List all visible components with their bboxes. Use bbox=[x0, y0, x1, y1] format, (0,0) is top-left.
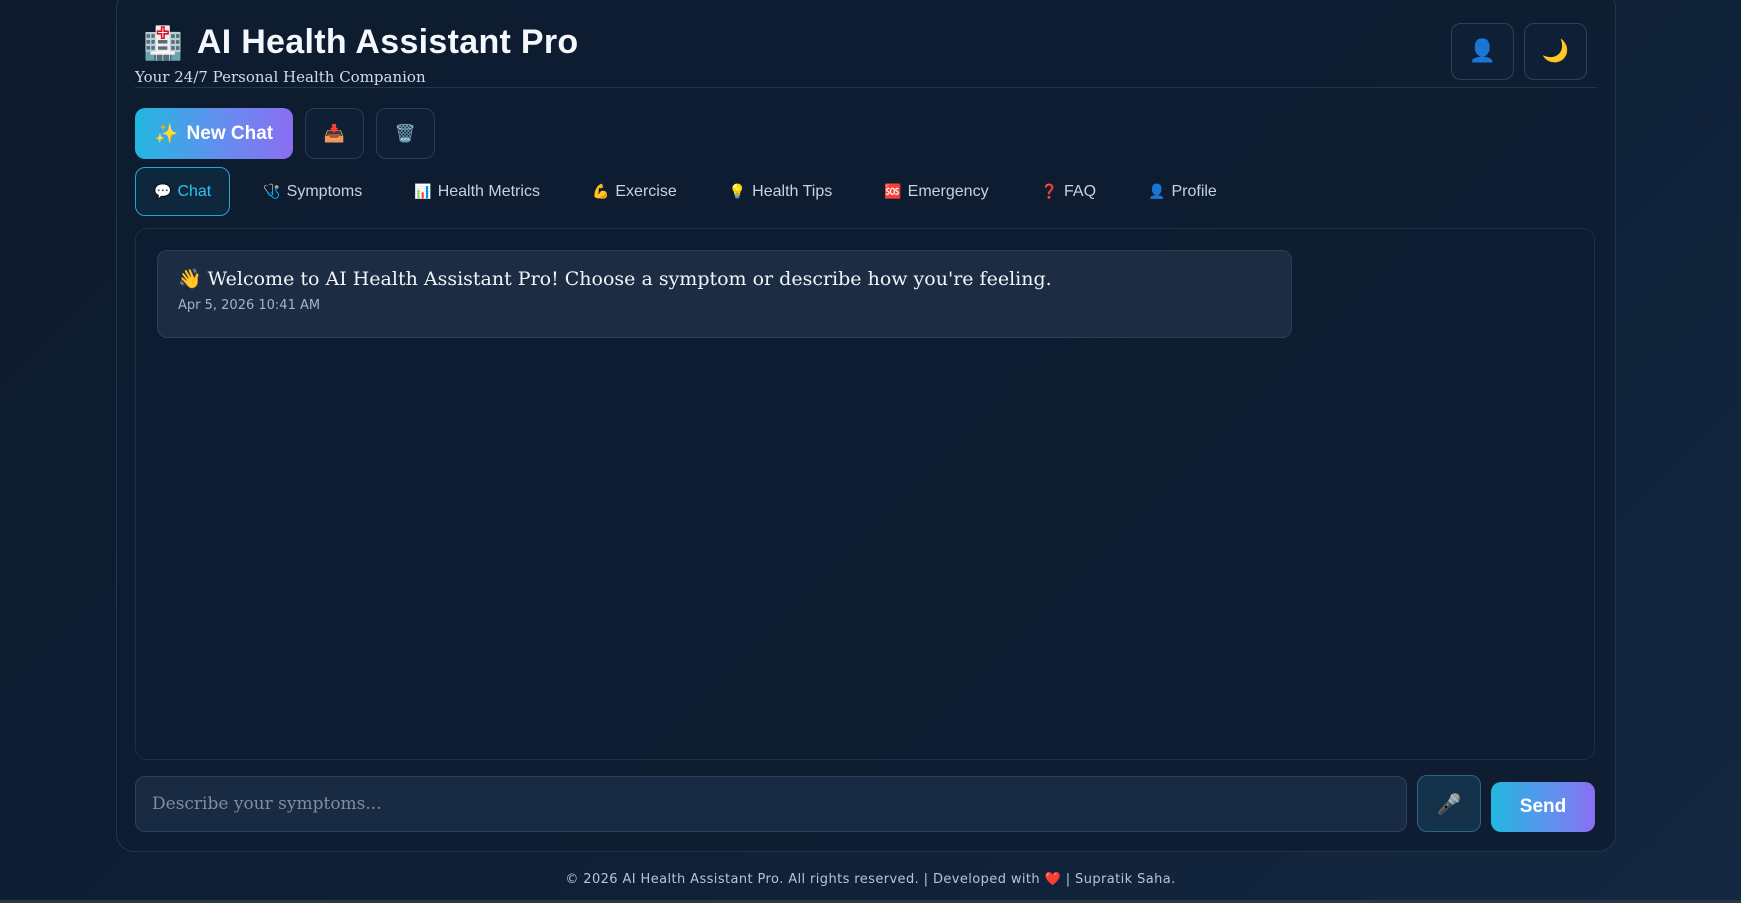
profile-button[interactable]: 👤 bbox=[1451, 23, 1514, 80]
voice-input-button[interactable]: 🎤 bbox=[1417, 775, 1481, 832]
tab-faq[interactable]: ❓ FAQ bbox=[1022, 167, 1115, 216]
tab-health-metrics[interactable]: 📊 Health Metrics bbox=[395, 167, 559, 216]
user-icon: 👤 bbox=[1468, 39, 1497, 64]
sparkles-icon: ✨ bbox=[154, 123, 179, 145]
light-bulb-icon: 💡 bbox=[728, 183, 747, 199]
sos-icon: 🆘 bbox=[884, 183, 902, 199]
user-icon: 👤 bbox=[1148, 183, 1166, 199]
tab-label: Emergency bbox=[907, 182, 989, 200]
tab-label: Profile bbox=[1171, 182, 1217, 200]
heart-icon: ❤️ bbox=[1044, 872, 1062, 887]
tab-exercise[interactable]: 💪 Exercise bbox=[573, 167, 696, 216]
footer-text: © 2026 AI Health Assistant Pro. All righ… bbox=[565, 872, 1041, 887]
tab-label: Health Tips bbox=[752, 182, 833, 200]
trash-icon: 🗑️ bbox=[394, 123, 417, 144]
tab-chat[interactable]: 💬 Chat bbox=[135, 167, 231, 216]
tab-label: Exercise bbox=[615, 182, 677, 200]
header: 🏥 AI Health Assistant Pro Your 24/7 Pers… bbox=[135, 1, 1597, 88]
inbox-tray-icon: 📥 bbox=[323, 123, 346, 144]
tab-emergency[interactable]: 🆘 Emergency bbox=[865, 167, 1007, 216]
tab-profile[interactable]: 👤 Profile bbox=[1129, 167, 1236, 216]
theme-toggle-button[interactable]: 🌙 bbox=[1524, 23, 1587, 80]
send-button[interactable]: Send bbox=[1491, 782, 1595, 832]
tab-symptoms[interactable]: 🩺 Symptoms bbox=[244, 167, 381, 216]
bar-chart-icon: 📊 bbox=[414, 183, 432, 199]
input-row: 🎤 Send bbox=[135, 775, 1595, 832]
question-mark-icon: ❓ bbox=[1040, 183, 1059, 199]
message-timestamp: Apr 5, 2026 10:41 AM bbox=[178, 298, 321, 313]
chat-messages-panel[interactable]: 👋 Welcome to AI Health Assistant Pro! Ch… bbox=[135, 228, 1595, 760]
tab-label: Symptoms bbox=[286, 182, 363, 200]
app-container: 🏥 AI Health Assistant Pro Your 24/7 Pers… bbox=[116, 0, 1616, 852]
hospital-icon: 🏥 bbox=[143, 23, 183, 62]
waving-hand-icon: 👋 bbox=[178, 268, 202, 290]
stethoscope-icon: 🩺 bbox=[263, 183, 281, 199]
page-title: AI Health Assistant Pro bbox=[196, 23, 579, 61]
speech-bubble-icon: 💬 bbox=[154, 183, 172, 199]
symptom-input[interactable] bbox=[135, 776, 1407, 832]
export-chat-button[interactable]: 📥 bbox=[305, 108, 364, 159]
tab-health-tips[interactable]: 💡 Health Tips bbox=[710, 167, 851, 216]
footer-author: | Supratik Saha. bbox=[1065, 872, 1176, 887]
tab-label: Chat bbox=[177, 182, 212, 200]
page-subtitle: Your 24/7 Personal Health Companion bbox=[135, 68, 426, 86]
tab-bar: 💬 Chat 🩺 Symptoms 📊 Health Metrics 💪 Exe… bbox=[135, 167, 1250, 216]
chat-message: 👋 Welcome to AI Health Assistant Pro! Ch… bbox=[157, 250, 1292, 338]
clear-chat-button[interactable]: 🗑️ bbox=[376, 108, 435, 159]
message-text-row: 👋 Welcome to AI Health Assistant Pro! Ch… bbox=[178, 267, 1271, 291]
microphone-icon: 🎤 bbox=[1436, 791, 1462, 816]
flexed-biceps-icon: 💪 bbox=[591, 183, 610, 199]
moon-icon: 🌙 bbox=[1541, 39, 1570, 64]
footer: © 2026 AI Health Assistant Pro. All righ… bbox=[0, 872, 1741, 887]
new-chat-label: New Chat bbox=[186, 122, 274, 144]
tab-label: Health Metrics bbox=[437, 182, 540, 200]
action-bar: ✨ New Chat 📥 🗑️ bbox=[135, 108, 435, 159]
message-text: Welcome to AI Health Assistant Pro! Choo… bbox=[207, 267, 1052, 290]
tab-label: FAQ bbox=[1064, 182, 1097, 200]
title-row: 🏥 AI Health Assistant Pro bbox=[143, 23, 578, 62]
new-chat-button[interactable]: ✨ New Chat bbox=[135, 108, 293, 159]
